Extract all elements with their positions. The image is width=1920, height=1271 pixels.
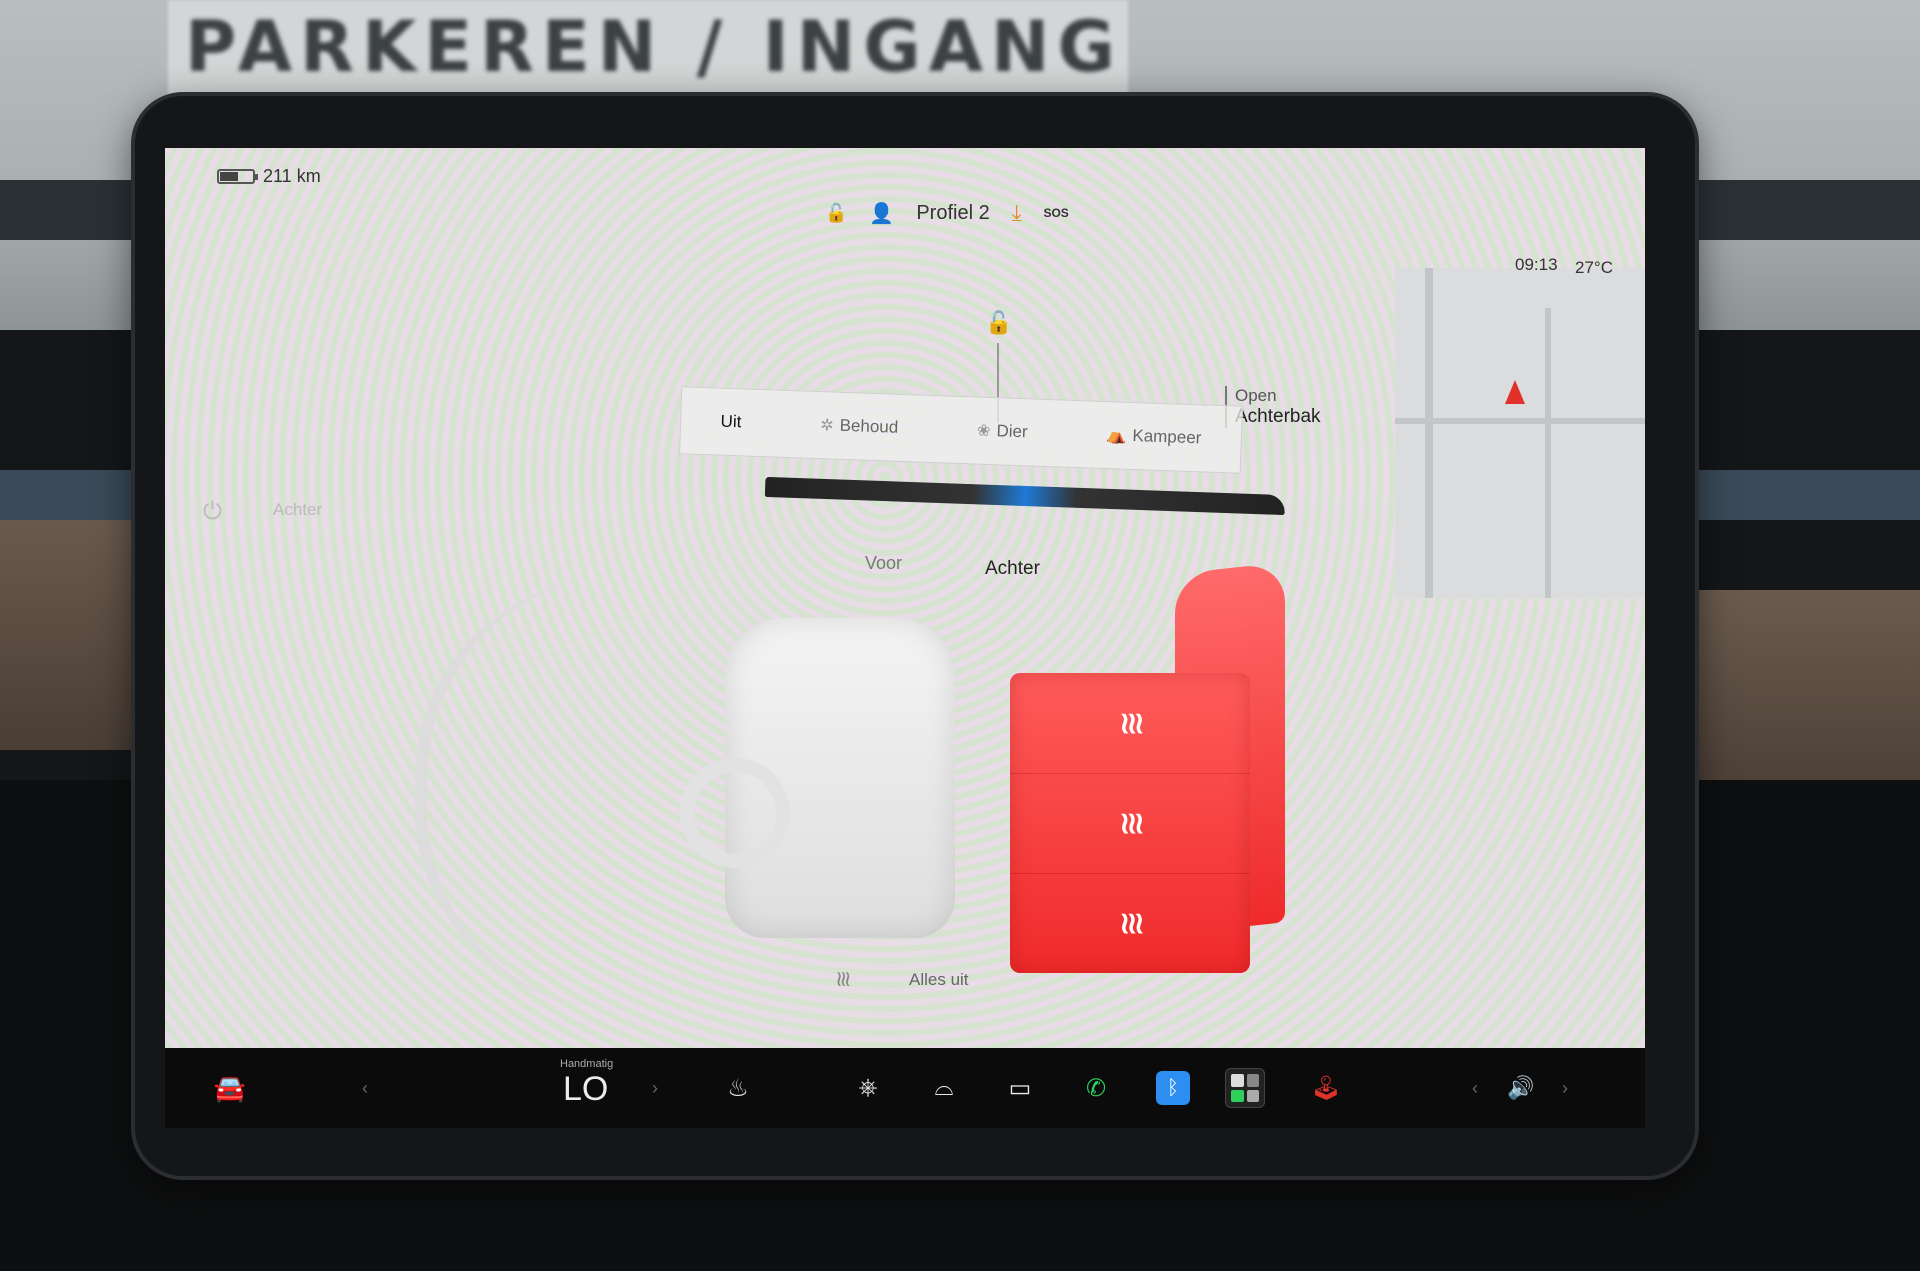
- volume-up-chevron-icon[interactable]: ›: [1555, 1048, 1575, 1128]
- tab-front-seats[interactable]: Voor: [865, 553, 902, 574]
- paw-icon: ❀: [976, 422, 991, 441]
- download-icon[interactable]: ⤓: [1012, 200, 1022, 226]
- tab-rear-seats[interactable]: Achter: [985, 558, 1040, 580]
- mode-label: Uit: [720, 411, 742, 432]
- seat-heater-icon[interactable]: ♨: [715, 1048, 761, 1128]
- trunk-unlock-icon[interactable]: 🔓: [985, 310, 1012, 336]
- volume-icon[interactable]: 🔊: [1501, 1048, 1541, 1128]
- phone-icon[interactable]: ✆: [1073, 1048, 1119, 1128]
- parking-sign-text: PARKEREN / INGANG: [185, 6, 1123, 88]
- temp-down-chevron-icon[interactable]: ‹: [355, 1048, 375, 1128]
- cabin-temp-value[interactable]: LO: [563, 1070, 608, 1109]
- apps-icon: [1225, 1068, 1265, 1108]
- bluetooth-icon: ᛒ: [1156, 1071, 1190, 1105]
- car-icon[interactable]: 🚘: [205, 1048, 255, 1128]
- steering-wheel-render: [680, 758, 790, 868]
- map[interactable]: [1395, 268, 1645, 598]
- mode-dier[interactable]: ❀ Dier: [977, 421, 1028, 443]
- trunk-status-big: Achterbak: [1235, 406, 1321, 427]
- volume-down-chevron-icon[interactable]: ‹: [1465, 1048, 1485, 1128]
- power-icon[interactable]: ⏻: [203, 498, 222, 526]
- nav-position-arrow-icon: [1505, 380, 1525, 404]
- mode-uit[interactable]: Uit: [720, 412, 741, 433]
- heat-waves-icon[interactable]: ≀≀≀: [835, 966, 852, 992]
- dashboard-wood-right: [1680, 590, 1920, 790]
- map-road: [1425, 268, 1433, 598]
- temp-up-chevron-icon[interactable]: ›: [645, 1048, 665, 1128]
- mode-label: Behoud: [839, 415, 899, 437]
- tent-icon: ⛺: [1106, 427, 1127, 445]
- temp-mode-label: Handmatig: [560, 1058, 614, 1070]
- trunk-status-small: Open: [1235, 386, 1277, 405]
- unlock-icon[interactable]: 🔓: [825, 203, 847, 224]
- mode-label: Dier: [996, 421, 1028, 442]
- battery-indicator: 211 km: [217, 166, 321, 187]
- seat-heat-icon: ≀≀≀: [1119, 906, 1145, 940]
- car-body-outline: [415, 578, 687, 1008]
- outside-temp: 27°C: [1575, 258, 1613, 277]
- front-defrost-icon[interactable]: ⌓: [921, 1048, 967, 1128]
- seat-heat-icon: ≀≀≀: [1119, 806, 1145, 840]
- rear-climate-toggle[interactable]: Achter: [273, 500, 322, 520]
- apps-button[interactable]: [1223, 1048, 1267, 1128]
- map-road: [1545, 308, 1551, 598]
- rear-seat-left[interactable]: ≀≀≀: [1010, 673, 1250, 774]
- steering-heater-icon[interactable]: ⎈: [845, 1048, 891, 1128]
- all-off-button[interactable]: Alles uit: [909, 970, 969, 990]
- touchscreen[interactable]: 211 km 🔓 👤 Profiel 2 ⤓ SOS 09:13 27°C 🔓 …: [165, 148, 1645, 1048]
- rear-seat-center[interactable]: ≀≀≀: [1010, 773, 1250, 874]
- climate-mode-selector: Uit ✲ Behoud ❀ Dier ⛺ Kampeer: [678, 386, 1244, 474]
- rear-seat-heated: ≀≀≀ ≀≀≀ ≀≀≀: [1010, 673, 1250, 973]
- rear-seat-right[interactable]: ≀≀≀: [1010, 873, 1250, 973]
- joystick-icon[interactable]: 🕹: [1303, 1048, 1349, 1128]
- rear-defrost-icon[interactable]: ▭: [997, 1048, 1043, 1128]
- car-roof-render: [764, 476, 1286, 516]
- mode-label: Kampeer: [1132, 425, 1202, 448]
- top-status-center: 🔓 👤 Profiel 2 ⤓ SOS: [825, 200, 1069, 226]
- mode-kampeer[interactable]: ⛺ Kampeer: [1106, 425, 1202, 448]
- bluetooth-button[interactable]: ᛒ: [1153, 1048, 1193, 1128]
- map-road: [1395, 418, 1645, 424]
- sos-icon[interactable]: SOS: [1043, 206, 1068, 220]
- seat-heat-icon: ≀≀≀: [1119, 706, 1145, 740]
- bottom-control-bar: 🚘 ‹ Handmatig LO › ♨ ⎈ ⌓ ▭ ✆ ᛒ 🕹 ‹ 🔊 ›: [165, 1048, 1645, 1128]
- person-icon[interactable]: 👤: [869, 201, 894, 226]
- profile-label[interactable]: Profiel 2: [916, 202, 989, 225]
- clock: 09:13: [1515, 255, 1558, 274]
- fan-icon: ✲: [819, 417, 834, 435]
- mode-behoud[interactable]: ✲ Behoud: [820, 415, 899, 438]
- range-label: 211 km: [263, 166, 321, 186]
- battery-icon: [217, 169, 258, 184]
